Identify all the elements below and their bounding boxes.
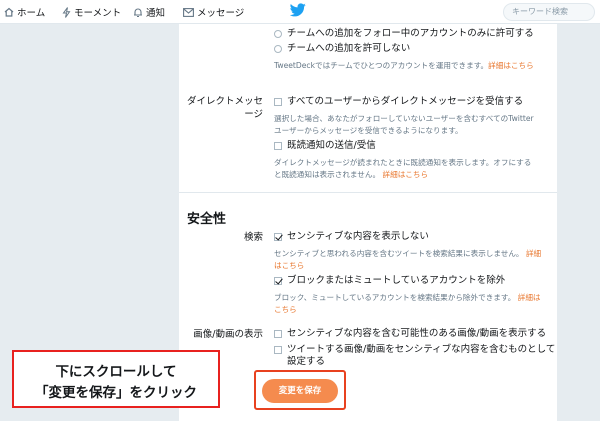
annotation-line-2: 「変更を保存」をクリック [35, 385, 197, 401]
checkbox[interactable] [274, 346, 282, 354]
hide-sensitive-label: センシティブな内容を表示しない [287, 231, 429, 242]
nav-notifications[interactable]: 通知 [133, 0, 165, 24]
bolt-icon [62, 6, 71, 18]
team-option-disallow[interactable]: チームへの追加を許可しない [274, 43, 410, 55]
dm-read-receipts-option[interactable]: 既読通知の送信/受信 [274, 140, 376, 152]
dm-read-receipts-label: 既読通知の送信/受信 [287, 140, 376, 151]
top-navigation-bar: ホーム モーメント 通知 メッセージ キーワード検索 [0, 0, 600, 24]
checkbox[interactable] [274, 98, 282, 106]
envelope-icon [183, 7, 194, 17]
exclude-blocked-option[interactable]: ブロックまたはミュートしているアカウントを除外 [274, 275, 505, 287]
hide-sensitive-help: センシティブと思われる内容を含むツイートを検索結果に表示しません。 詳細 はこち… [274, 249, 542, 270]
dm-receive-all-label: すべてのユーザーからダイレクトメッセージを受信する [287, 96, 524, 107]
checkbox[interactable] [274, 142, 282, 150]
hide-sensitive-option[interactable]: センシティブな内容を表示しない [274, 231, 429, 243]
radio-button[interactable] [274, 45, 282, 53]
mark-media-sensitive-option[interactable]: ツイートする画像/動画をセンシティブな内容を含むものとして 設定する [274, 344, 555, 368]
dm-receive-all-help: 選択した場合、あなたがフォローしていないユーザーを含むすべてのTwitter ユ… [274, 114, 534, 135]
dm-receive-all-option[interactable]: すべてのユーザーからダイレクトメッセージを受信する [274, 96, 523, 108]
team-option-disallow-label: チームへの追加を許可しない [287, 43, 411, 54]
team-option-following-label: チームへの追加をフォロー中のアカウントのみに許可する [287, 28, 534, 39]
exclude-blocked-link[interactable]: 詳細は [518, 293, 541, 302]
nav-moments[interactable]: モーメント [62, 0, 121, 24]
team-option-following-only[interactable]: チームへの追加をフォロー中のアカウントのみに許可する [274, 28, 534, 40]
section-divider [179, 192, 557, 193]
annotation-line-1: 下にスクロールして [55, 364, 177, 380]
nav-home-label: ホーム [17, 8, 46, 19]
dm-row-label: ダイレクトメッセ ージ [186, 96, 263, 120]
mark-media-sensitive-label: ツイートする画像/動画をセンシティブな内容を含むものとして 設定する [287, 344, 556, 367]
checkbox-checked[interactable] [274, 233, 282, 241]
exclude-blocked-label: ブロックまたはミュートしているアカウントを除外 [287, 275, 506, 286]
dm-read-receipts-help: ダイレクトメッセージが読まれたときに既読通知を表示します。オフにする と既読通知… [274, 158, 532, 179]
twitter-bird-icon[interactable] [290, 3, 306, 17]
checkbox[interactable] [274, 330, 282, 338]
nav-moments-label: モーメント [74, 8, 122, 19]
save-changes-button[interactable]: 変更を保存 [262, 379, 338, 403]
search-row-label: 検索 [243, 232, 263, 243]
nav-messages[interactable]: メッセージ [183, 0, 244, 24]
home-icon [4, 7, 14, 17]
media-row-label: 画像/動画の表示 [193, 329, 263, 340]
team-help-link[interactable]: 詳細はこちら [488, 61, 534, 70]
search-input[interactable]: キーワード検索 [503, 3, 595, 21]
radio-button[interactable] [274, 30, 282, 38]
checkbox-checked[interactable] [274, 277, 282, 285]
nav-messages-label: メッセージ [197, 8, 245, 19]
dm-read-receipts-link[interactable]: 詳細はこちら [383, 170, 429, 179]
show-sensitive-media-option[interactable]: センシティブな内容を含む可能性のある画像/動画を表示する [274, 328, 546, 340]
nav-notifications-label: 通知 [146, 8, 166, 19]
team-help-text: TweetDeckではチームでひとつのアカウントを運用できます。詳細はこちら [274, 61, 534, 70]
nav-home[interactable]: ホーム [4, 0, 45, 24]
hide-sensitive-link[interactable]: 詳細 [526, 249, 541, 258]
exclude-blocked-help: ブロック、ミュートしているアカウントを検索結果から除外できます。 詳細は こちら [274, 293, 541, 314]
safety-section-title: 安全性 [187, 212, 227, 227]
bell-icon [134, 8, 142, 17]
show-sensitive-media-label: センシティブな内容を含む可能性のある画像/動画を表示する [287, 328, 547, 339]
settings-panel: チームへの追加をフォロー中のアカウントのみに許可する チームへの追加を許可しない… [179, 24, 557, 421]
instruction-annotation: 下にスクロールして 「変更を保存」をクリック [12, 350, 220, 408]
